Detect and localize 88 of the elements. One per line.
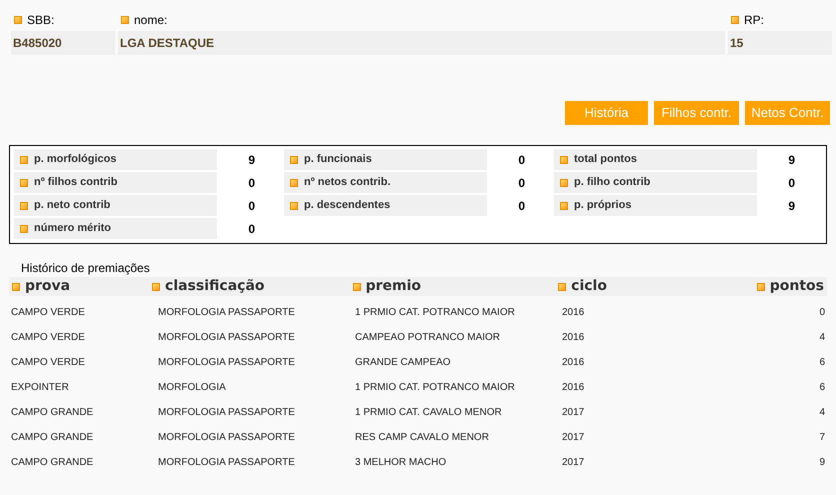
column-header: premio xyxy=(366,277,422,296)
bullet-icon xyxy=(12,282,20,290)
field-value: B485020 xyxy=(13,35,62,52)
field-label: SBB: xyxy=(27,12,54,29)
table-cell: 4 xyxy=(819,406,825,418)
stat-label: p. funcionais xyxy=(304,152,372,168)
bullet-icon xyxy=(558,282,566,290)
column-header: ciclo xyxy=(571,277,607,296)
section-title: Histórico de premiações xyxy=(21,261,151,275)
stat-label: p. neto contrib xyxy=(34,198,110,214)
bullet-icon xyxy=(20,224,28,232)
bullet-icon xyxy=(756,282,765,290)
stat-value: 0 xyxy=(517,152,525,168)
bullet-icon xyxy=(731,16,739,24)
bullet-icon xyxy=(20,202,28,210)
stat-label: p. filho contrib xyxy=(574,175,650,190)
field-label: RP: xyxy=(744,12,764,29)
table-cell: 2016 xyxy=(562,356,584,368)
bullet-icon xyxy=(560,178,568,186)
bullet-icon xyxy=(121,16,129,24)
stat-value: 0 xyxy=(247,198,255,214)
column-header: classificação xyxy=(165,277,265,296)
table-cell: 6 xyxy=(819,356,825,368)
table-cell: CAMPO VERDE xyxy=(11,332,85,342)
stat-label: nº netos contrib. xyxy=(304,175,391,190)
table-cell: EXPOINTER xyxy=(11,382,69,392)
table-cell: 6 xyxy=(819,382,825,392)
bullet-icon xyxy=(290,178,298,186)
table-cell: 2016 xyxy=(562,382,584,392)
table-cell: 2017 xyxy=(562,406,584,418)
field-value: LGA DESTAQUE xyxy=(120,35,214,52)
table-cell: CAMPO GRANDE xyxy=(11,456,94,468)
bullet-icon xyxy=(14,16,22,24)
table-cell: CAMPO GRANDE xyxy=(11,432,94,442)
stat-value: 0 xyxy=(787,174,795,192)
table-cell: MORFOLOGIA PASSAPORTE xyxy=(158,356,295,368)
nav-button[interactable]: Filhos contr. xyxy=(654,101,739,125)
table-cell: 0 xyxy=(819,306,825,318)
field-value: 15 xyxy=(730,35,744,52)
table-cell: MORFOLOGIA PASSAPORTE xyxy=(158,406,295,418)
bullet-icon xyxy=(20,156,28,164)
table-cell: 4 xyxy=(819,332,825,342)
bullet-icon xyxy=(290,156,298,164)
stat-value: 0 xyxy=(247,174,255,192)
table-cell: MORFOLOGIA PASSAPORTE xyxy=(158,456,295,468)
table-cell: 2017 xyxy=(562,456,584,468)
column-header: pontos xyxy=(770,277,824,296)
bullet-icon xyxy=(290,202,298,210)
stat-value: 9 xyxy=(247,152,255,168)
table-cell: 3 MELHOR MACHO xyxy=(355,456,446,468)
bullet-icon xyxy=(20,178,28,186)
table-cell: 9 xyxy=(819,456,825,468)
nav-button[interactable]: História xyxy=(565,101,648,125)
table-cell: MORFOLOGIA PASSAPORTE xyxy=(158,306,295,318)
table-cell: CAMPO GRANDE xyxy=(11,406,94,418)
table-cell: CAMPEAO POTRANCO MAIOR xyxy=(355,332,500,342)
bullet-icon xyxy=(352,282,361,290)
table-cell: 1 PRMIO CAT. CAVALO MENOR xyxy=(355,406,502,418)
stat-value: 9 xyxy=(787,198,795,214)
stat-label: total pontos xyxy=(574,152,637,168)
column-header: prova xyxy=(25,277,70,296)
stat-label: p. próprios xyxy=(574,198,632,214)
table-cell: 7 xyxy=(819,432,825,442)
field-label: nome: xyxy=(134,12,168,29)
stat-label: p. morfológicos xyxy=(34,152,116,168)
table-cell: 2017 xyxy=(562,432,584,442)
stat-label: número mérito xyxy=(34,221,112,236)
table-cell: MORFOLOGIA xyxy=(158,382,226,392)
stat-value: 9 xyxy=(787,152,795,168)
bullet-icon xyxy=(560,156,568,164)
bullet-icon xyxy=(560,202,568,210)
stat-value: 0 xyxy=(517,174,525,192)
table-cell: GRANDE CAMPEAO xyxy=(355,356,451,368)
table-cell: 2016 xyxy=(562,332,584,342)
table-cell: 1 PRMIO CAT. POTRANCO MAIOR xyxy=(355,306,515,318)
nav-button[interactable]: Netos Contr. xyxy=(745,101,830,125)
table-cell: RES CAMP CAVALO MENOR xyxy=(355,432,489,442)
stat-label: nº filhos contrib xyxy=(34,175,118,190)
table-cell: CAMPO VERDE xyxy=(11,356,85,368)
stat-value: 0 xyxy=(517,198,525,214)
stat-label: p. descendentes xyxy=(304,198,390,214)
table-cell: CAMPO VERDE xyxy=(11,306,85,318)
table-cell: 1 PRMIO CAT. POTRANCO MAIOR xyxy=(355,382,515,392)
table-cell: MORFOLOGIA PASSAPORTE xyxy=(158,432,295,442)
bullet-icon xyxy=(152,282,160,290)
table-cell: 2016 xyxy=(562,306,584,318)
table-cell: MORFOLOGIA PASSAPORTE xyxy=(158,332,295,342)
stat-value: 0 xyxy=(247,220,255,238)
